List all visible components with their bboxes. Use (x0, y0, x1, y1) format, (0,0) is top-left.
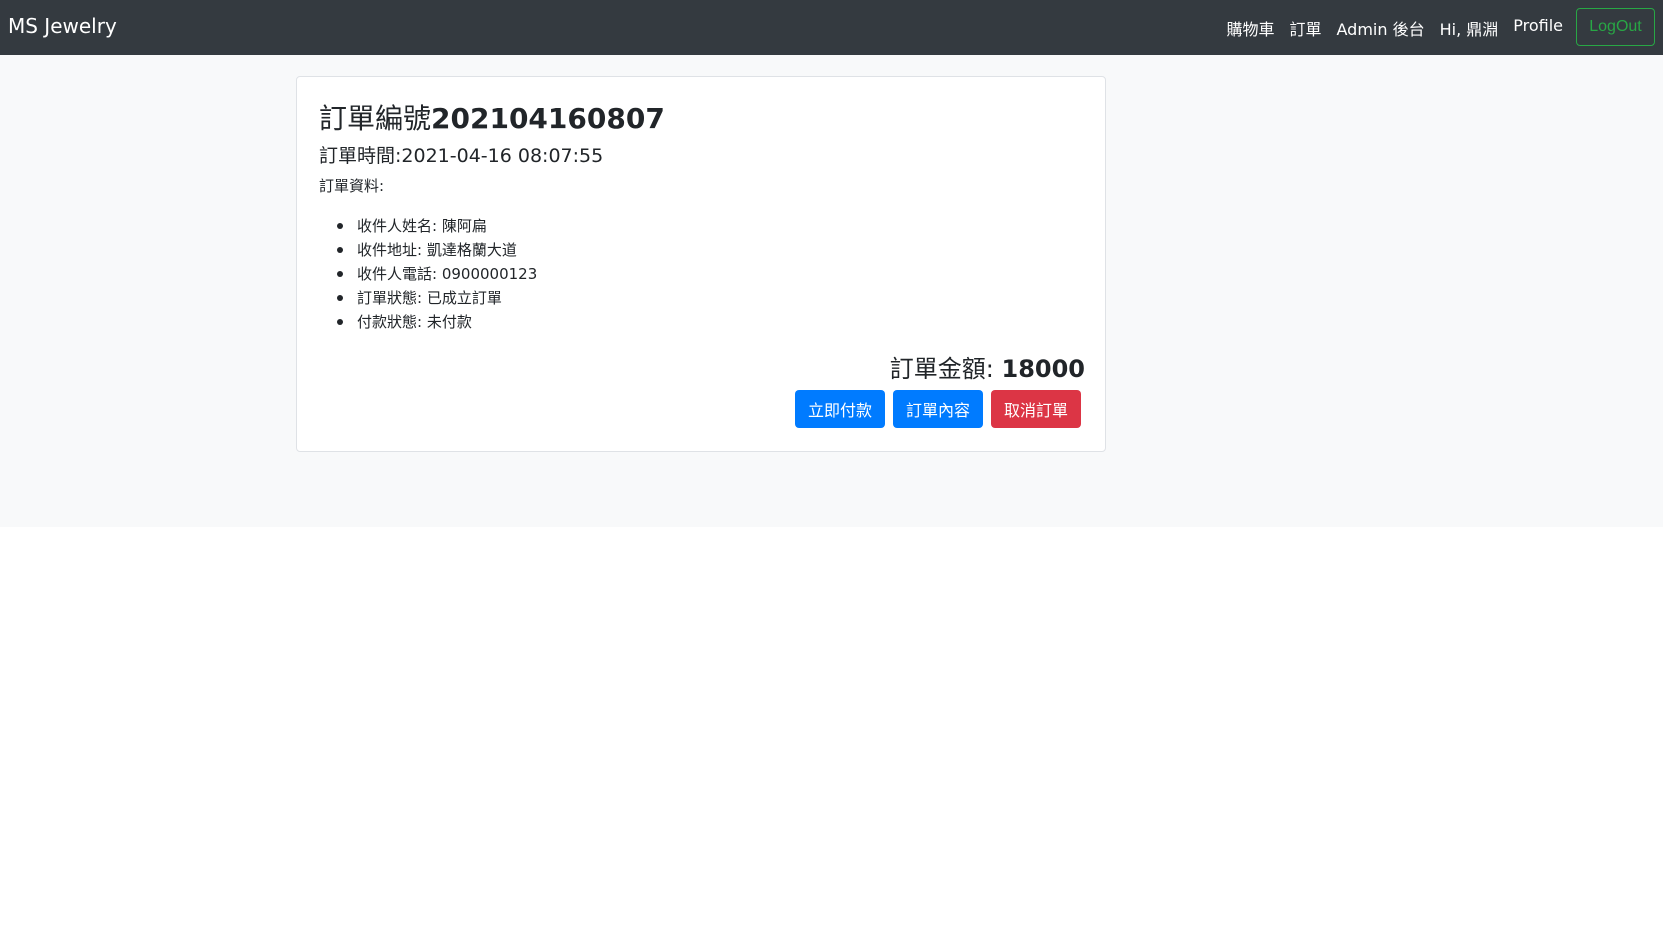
pay-now-button[interactable]: 立即付款 (794, 390, 885, 428)
order-number-value: 202104160807 (431, 102, 665, 135)
nav-link-profile[interactable]: Profile (1513, 16, 1563, 40)
order-details-button[interactable]: 訂單內容 (892, 390, 983, 428)
order-time-label: 訂單時間: (319, 145, 402, 167)
order-status: 訂單狀態: 已成立訂單 (337, 286, 537, 310)
order-info-list: 收件人姓名: 陳阿扁 收件地址: 凱達格蘭大道 收件人電話: 090000012… (337, 214, 537, 334)
cancel-order-button[interactable]: 取消訂單 (990, 390, 1081, 428)
nav-link-admin[interactable]: Admin 後台 (1337, 16, 1425, 40)
order-total: 訂單金額: 18000 (890, 349, 1085, 384)
order-total-label: 訂單金額: (889, 355, 1002, 383)
recipient-phone: 收件人電話: 0900000123 (337, 262, 537, 286)
order-info-label: 訂單資料: (319, 177, 385, 195)
order-number-label: 訂單編號 (319, 102, 432, 135)
order-total-value: 18000 (1001, 355, 1086, 383)
nav-links: 購物車 訂單 Admin 後台 Hi, 鼎淵 Profile (1226, 16, 1563, 40)
brand-logo[interactable]: MS Jewelry (8, 14, 117, 38)
logout-button[interactable]: LogOut (1576, 8, 1655, 46)
order-actions: 立即付款 訂單內容 取消訂單 (794, 390, 1081, 428)
payment-status: 付款狀態: 未付款 (337, 310, 537, 334)
nav-link-orders[interactable]: 訂單 (1289, 16, 1321, 40)
order-time: 訂單時間:2021-04-16 08:07:55 (319, 141, 603, 168)
nav-link-cart[interactable]: 購物車 (1226, 16, 1274, 40)
nav-link-greeting[interactable]: Hi, 鼎淵 (1440, 16, 1499, 40)
recipient-name: 收件人姓名: 陳阿扁 (337, 214, 537, 238)
recipient-address: 收件地址: 凱達格蘭大道 (337, 238, 537, 262)
order-number-heading: 訂單編號202104160807 (319, 97, 665, 137)
order-time-value: 2021-04-16 08:07:55 (401, 145, 604, 167)
top-navbar: MS Jewelry 購物車 訂單 Admin 後台 Hi, 鼎淵 Profil… (0, 0, 1663, 55)
order-card: 訂單編號202104160807 訂單時間:2021-04-16 08:07:5… (296, 76, 1106, 452)
